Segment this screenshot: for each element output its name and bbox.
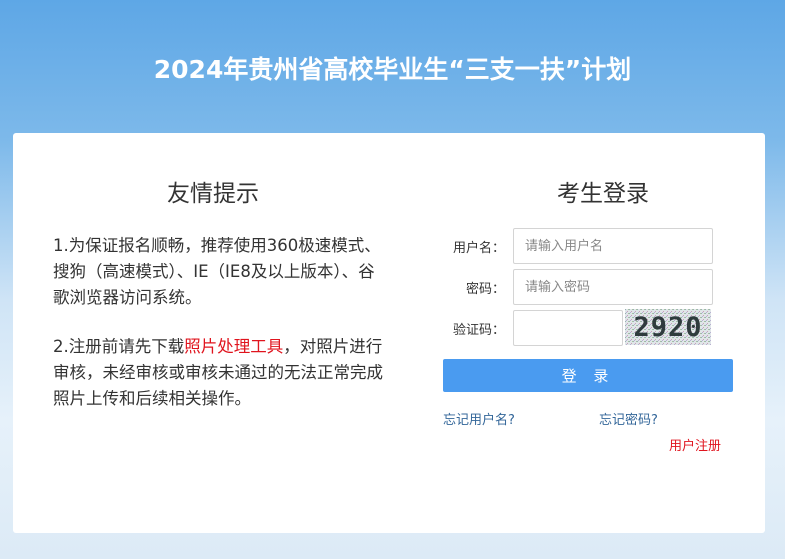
username-input[interactable]: [513, 228, 713, 264]
main-card: 友情提示 1.为保证报名顺畅，推荐使用360极速模式、搜狗（高速模式）、IE（I…: [13, 133, 765, 533]
photo-tool-download-link[interactable]: 照片处理工具: [184, 337, 283, 356]
page-title: 2024年贵州省高校毕业生“三支一扶”计划: [153, 55, 632, 84]
login-button[interactable]: 登 录: [443, 359, 733, 392]
tip-item-2-text: 2.注册前请先下载: [53, 337, 185, 356]
captcha-code: 2920: [633, 312, 702, 343]
password-input[interactable]: [513, 269, 713, 305]
captcha-label: 验证码：: [452, 323, 505, 338]
captcha-input[interactable]: [513, 310, 623, 346]
password-label: 密码：: [465, 282, 505, 297]
forgot-password-link[interactable]: 忘记密码?: [599, 409, 658, 428]
register-link[interactable]: 用户注册: [669, 435, 721, 454]
login-title: 考生登录: [557, 181, 649, 207]
tips-title: 友情提示: [167, 181, 259, 207]
tip-item-2: 2.注册前请先下载照片处理工具，对照片进行审核，未经审核或审核未通过的无法正常完…: [53, 334, 383, 412]
tip-item-1: 1.为保证报名顺畅，推荐使用360极速模式、搜狗（高速模式）、IE（IE8及以上…: [53, 236, 381, 307]
username-label: 用户名：: [452, 241, 505, 256]
captcha-image[interactable]: 2920: [625, 309, 711, 345]
forgot-username-link[interactable]: 忘记用户名?: [443, 409, 515, 428]
